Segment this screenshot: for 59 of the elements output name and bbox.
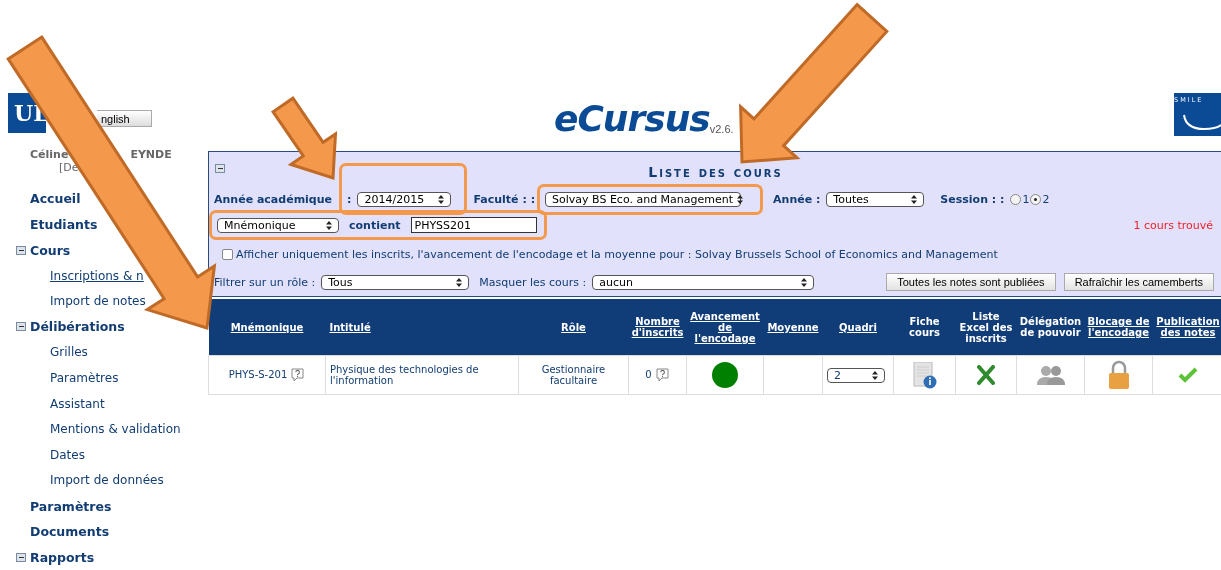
field-label: : <box>347 192 352 206</box>
sidebar-subitem[interactable]: Dates <box>50 447 85 462</box>
sidebar-item[interactable]: Documents <box>16 524 110 540</box>
enrolled-count: 0 <box>645 369 652 381</box>
checkbox-label: Afficher uniquement les inscrits, l'avancement de l'encodage et la moyenne pour : Solvay Brussels School of Economics and Management <box>236 247 998 261</box>
action-button[interactable]: Toutes les notes sont publiées <box>886 273 1056 292</box>
search-input[interactable]: PHYSS201 <box>410 217 537 234</box>
version-label: v2.6. <box>709 123 734 135</box>
column-sort-link[interactable]: Publication des notes <box>1152 299 1221 356</box>
column-sort-link[interactable]: Nombre d'inscrits <box>628 299 687 356</box>
radio-label: 2 <box>1042 192 1050 206</box>
column-sort-link[interactable]: Intitulé <box>325 299 519 356</box>
panel-title: Liste des cours <box>648 164 783 181</box>
field-label: Année académique <box>214 192 333 206</box>
column-sort-link[interactable]: Mnémonique <box>208 299 326 356</box>
sidebar-item[interactable]: Paramètres <box>16 498 112 514</box>
field-label: Filtrer sur un rôle : <box>214 275 316 289</box>
sidebar-subitem[interactable]: Mentions & validation <box>50 422 181 437</box>
field-label: Session : : <box>940 192 1005 206</box>
role-select[interactable]: Tous <box>321 274 470 290</box>
sidebar-subitem[interactable]: Import de données <box>50 473 164 488</box>
sidebar-subitem[interactable]: Assistant <box>50 396 105 411</box>
course-code: PHYS-S-201 <box>228 369 288 381</box>
user-name: Céline <box>30 148 69 162</box>
quadri-select[interactable]: 2 <box>827 367 885 383</box>
sidebar-subitem[interactable]: Grilles <box>50 345 88 360</box>
column-sort-link[interactable]: Avancement de l'encodage <box>686 299 764 356</box>
radio-label: 1 <box>1022 192 1030 206</box>
column-sort-link[interactable]: Quadri <box>822 299 894 356</box>
sidebar-item[interactable]: Délibérations <box>30 319 125 335</box>
hide-courses-select[interactable]: aucun <box>592 274 815 290</box>
column-sort-link[interactable]: Rôle <box>518 299 629 356</box>
field-label: Année : <box>773 192 821 206</box>
year-select[interactable]: 2014/2015 <box>357 191 452 207</box>
table-cell: Gestionnaire facultaire <box>518 355 629 395</box>
action-button[interactable]: Rafraîchir les camemberts <box>1063 273 1214 292</box>
table-cell: Physique des technologies de l'information <box>325 355 519 395</box>
language-button[interactable]: nglish <box>97 110 152 127</box>
sidebar-subitem[interactable]: Inscriptions & n <box>50 268 144 283</box>
column-sort-link[interactable]: Blocage de l'encodage <box>1084 299 1153 356</box>
search-field-select[interactable]: Mnémonique <box>217 217 339 233</box>
sidebar-item[interactable]: Etudiants <box>16 217 98 232</box>
sidebar-item[interactable]: Accueil <box>16 191 81 207</box>
sidebar-subitem[interactable]: Paramètres <box>50 371 119 386</box>
field-label: Masquer les cours : <box>479 275 587 289</box>
faculty-select[interactable]: Solvay BS Eco. and Management <box>545 191 742 207</box>
column-sort-link[interactable]: Moyenne <box>763 299 823 356</box>
app-title: eCursus <box>554 98 710 139</box>
column-header: Délégation de pouvoir <box>1016 299 1085 356</box>
user-name: EYNDE <box>130 148 172 162</box>
column-header: Fiche cours <box>893 299 956 356</box>
sidebar-item[interactable]: Cours <box>30 242 71 258</box>
sidebar-item[interactable]: Rapports <box>30 549 95 565</box>
field-label: contient <box>349 218 401 232</box>
study-year-select[interactable]: Toutes <box>826 191 925 207</box>
field-label: Faculté : : <box>473 192 536 206</box>
column-header: Liste Excel des inscrits <box>955 299 1017 356</box>
result-count: 1 cours trouvé <box>1133 218 1213 232</box>
sidebar-subitem[interactable]: Import de notes <box>50 294 146 309</box>
